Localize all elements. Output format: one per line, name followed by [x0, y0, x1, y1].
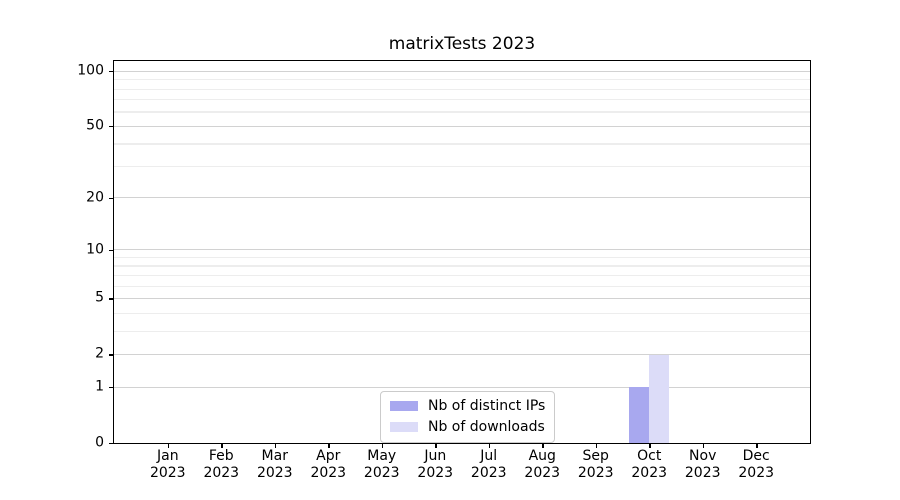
legend-label: Nb of distinct IPs [428, 398, 546, 414]
y-tick-label: 2 [95, 345, 104, 362]
x-tick-year: 2023 [684, 464, 721, 481]
y-tick-mark [109, 126, 113, 128]
x-tick-month: May [367, 448, 397, 464]
gridline-minor [114, 274, 810, 277]
gridline-major [114, 298, 810, 300]
gridline-minor [114, 256, 810, 259]
gridline-minor [114, 265, 810, 267]
figure: matrixTests 2023 Nb of distinct IPs Nb of… [0, 0, 900, 500]
legend-label: Nb of downloads [428, 419, 545, 435]
x-tick-label: Aug 2023 [512, 448, 572, 481]
y-tick-label: 50 [86, 117, 104, 134]
gridline-minor [114, 312, 810, 314]
y-tick-label: 0 [95, 434, 104, 451]
y-tick-label: 1 [95, 378, 104, 395]
x-tick-year: 2023 [738, 464, 775, 481]
x-tick-year: 2023 [470, 464, 507, 481]
gridline-minor [114, 99, 810, 101]
plot-area: Nb of distinct IPs Nb of downloads [113, 60, 811, 444]
x-tick-month: Mar [261, 448, 288, 464]
x-tick-label: Oct 2023 [619, 448, 679, 481]
y-tick-label: 10 [86, 241, 104, 258]
x-tick-month: Oct [637, 448, 662, 464]
y-tick-mark [109, 197, 113, 199]
y-tick-mark [109, 249, 113, 251]
gridline-major [114, 125, 810, 127]
x-tick-label: Nov 2023 [673, 448, 733, 481]
gridline-minor [114, 143, 810, 145]
gridline-minor [114, 88, 810, 90]
x-tick-month: Apr [316, 448, 341, 464]
x-tick-year: 2023 [631, 464, 668, 481]
x-tick-month: Dec [742, 448, 770, 464]
x-tick-label: May 2023 [352, 448, 412, 481]
x-tick-year: 2023 [203, 464, 240, 481]
x-tick-year: 2023 [149, 464, 186, 481]
chart-title: matrixTests 2023 [388, 34, 536, 54]
y-tick-label: 20 [86, 189, 104, 206]
gridline-minor [114, 330, 810, 332]
gridline-major [114, 353, 810, 356]
x-tick-month: Nov [689, 448, 717, 464]
legend-item: Nb of distinct IPs [390, 398, 545, 414]
x-tick-label: Mar 2023 [245, 448, 305, 481]
legend: Nb of distinct IPs Nb of downloads [380, 391, 556, 443]
x-tick-month: Sep [582, 448, 609, 464]
gridline-minor [114, 165, 810, 168]
y-tick-mark [109, 442, 113, 444]
y-tick-mark [109, 386, 113, 389]
x-tick-label: Sep 2023 [566, 448, 626, 481]
gridline-minor [114, 111, 810, 113]
x-tick-month: Feb [208, 448, 234, 464]
y-tick-mark [109, 71, 113, 73]
gridline-major [114, 386, 810, 388]
bar-oct-series0 [628, 387, 649, 443]
x-tick-label: Jul 2023 [459, 448, 519, 481]
gridline-major [114, 197, 810, 199]
gridline-minor [114, 285, 810, 287]
x-tick-label: Jan 2023 [138, 448, 198, 481]
x-tick-year: 2023 [417, 464, 454, 481]
y-tick-label: 100 [77, 62, 104, 79]
bar-oct-series1 [648, 354, 669, 443]
x-tick-year: 2023 [363, 464, 400, 481]
y-tick-mark [109, 298, 113, 300]
x-tick-month: Aug [528, 448, 556, 464]
legend-swatch [390, 401, 418, 411]
x-tick-label: Dec 2023 [726, 448, 786, 481]
y-tick-label: 5 [95, 290, 104, 307]
y-tick-mark [109, 354, 113, 356]
x-tick-year: 2023 [310, 464, 347, 481]
x-tick-label: Feb 2023 [191, 448, 251, 481]
legend-swatch [390, 422, 418, 432]
x-tick-month: Jan [156, 448, 179, 464]
x-tick-year: 2023 [256, 464, 293, 481]
gridline-major [114, 70, 810, 72]
x-tick-month: Jul [480, 448, 498, 464]
legend-item: Nb of downloads [390, 419, 545, 435]
x-tick-year: 2023 [524, 464, 561, 481]
x-tick-label: Apr 2023 [298, 448, 358, 481]
x-tick-month: Jun [424, 448, 447, 464]
x-tick-label: Jun 2023 [405, 448, 465, 481]
x-tick-year: 2023 [577, 464, 614, 481]
gridline-major [114, 249, 810, 251]
gridline-minor [114, 79, 810, 81]
